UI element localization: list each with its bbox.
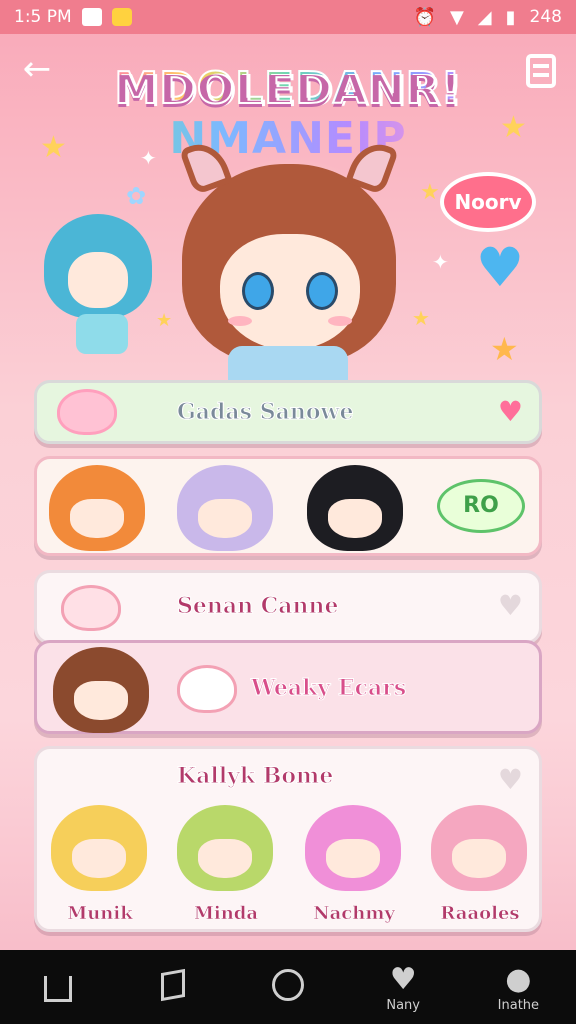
star-icon: ★ xyxy=(420,180,440,205)
card-kallyk-bome[interactable]: Kallyk Bome ♥ Munik Minda Nachmy Raaoles xyxy=(34,746,542,932)
favorite-heart-icon[interactable]: ♥ xyxy=(498,395,523,428)
heart-check-icon: ♥ xyxy=(389,961,417,997)
avatar-pink-hair[interactable] xyxy=(305,805,401,891)
status-bar: 1:5 PM ⏰ ▼ ◢ ▮ 248 xyxy=(0,0,576,34)
notification-icon xyxy=(81,8,102,26)
system-nav-bar: ♥ Nany ● Inathe xyxy=(0,950,576,1024)
clock: 1:5 PM xyxy=(14,7,72,27)
favorite-heart-icon[interactable]: ♥ xyxy=(498,589,523,622)
card-senan-canne[interactable]: Senan Canne ♥ xyxy=(34,570,542,644)
nav-label: Inathe xyxy=(497,997,540,1013)
avatar-green-hair[interactable] xyxy=(177,805,273,891)
star-icon: ★ xyxy=(412,306,430,330)
back-button[interactable]: ← xyxy=(18,52,56,90)
cat-mascot-icon xyxy=(57,389,117,435)
card-title: Senan Canne xyxy=(177,593,340,620)
signal-icon: ◢ xyxy=(477,6,492,28)
app-notification-icon xyxy=(111,8,132,26)
chibi-blue-hair xyxy=(44,214,152,318)
chibi-main-body xyxy=(228,346,348,380)
star-icon: ★ xyxy=(156,310,173,331)
avatar-rose-hair[interactable] xyxy=(431,805,527,891)
star-icon: ★ xyxy=(490,330,519,368)
arrow-left-icon: ← xyxy=(22,49,52,89)
character-name: Raaoles xyxy=(440,903,520,925)
star-icon: ★ xyxy=(500,110,527,145)
card-title: Gadas Sanowe xyxy=(176,399,354,426)
nav-home[interactable] xyxy=(13,968,103,1006)
back-square-icon xyxy=(160,968,185,1002)
star-icon: ★ xyxy=(40,130,67,165)
person-icon: ● xyxy=(505,961,532,997)
ro-bubble-button[interactable]: RO xyxy=(437,479,525,533)
sparkle-icon: ✦ xyxy=(140,146,157,170)
circle-icon xyxy=(271,969,304,1001)
wifi-icon: ▼ xyxy=(449,6,464,28)
nav-item-nany[interactable]: ♥ Nany xyxy=(358,962,448,1013)
card-gadas-sanowe[interactable]: Gadas Sanowe ♥ xyxy=(34,380,542,444)
avatar-blonde-hair[interactable] xyxy=(51,805,147,891)
character-name: Munik xyxy=(67,903,133,925)
menu-button[interactable] xyxy=(526,54,556,88)
favorite-heart-icon[interactable]: ♥ xyxy=(498,763,523,796)
nav-circle[interactable] xyxy=(243,969,333,1005)
header: ← MDOLEDANR! NMANEIP xyxy=(0,34,576,164)
avatar-black-hair[interactable] xyxy=(307,465,403,551)
sparkle-icon: ✦ xyxy=(432,250,449,274)
heart-icon: ♥ xyxy=(475,236,525,299)
avatar-brown-hair[interactable] xyxy=(53,647,149,733)
chibi-blue-body xyxy=(76,314,128,354)
avatar-orange-hair[interactable] xyxy=(49,465,145,551)
card-weaky-ecars[interactable]: Weaky Ecars xyxy=(34,640,542,734)
card-character-row[interactable]: RO xyxy=(34,456,542,556)
hero-banner: ★ ★ ★ ★ ★ ★ ✿ ✦ ✦ Noorv ♥ xyxy=(0,110,576,380)
character-name: Nachmy xyxy=(313,903,395,925)
alarm-icon: ⏰ xyxy=(413,6,436,28)
chibi-main-cat-girl xyxy=(178,136,400,364)
battery-icon: ▮ xyxy=(505,6,516,28)
character-name: Minda xyxy=(193,903,259,925)
cat-mascot-icon xyxy=(61,585,121,631)
home-icon xyxy=(43,976,72,1002)
logo-line-1: MDOLEDANR! xyxy=(100,63,476,115)
speech-bubble: Noorv xyxy=(440,172,536,232)
nav-back[interactable] xyxy=(128,968,218,1003)
card-title: Weaky Ecars xyxy=(250,675,407,702)
cat-mascot-icon xyxy=(177,665,237,713)
nav-item-inathe[interactable]: ● Inathe xyxy=(473,962,563,1013)
sparkle-icon: ✿ xyxy=(126,182,147,210)
card-title: Kallyk Bome xyxy=(176,763,334,790)
battery-level: 248 xyxy=(529,7,562,27)
avatar-lilac-hair[interactable] xyxy=(177,465,273,551)
nav-label: Nany xyxy=(386,997,420,1013)
